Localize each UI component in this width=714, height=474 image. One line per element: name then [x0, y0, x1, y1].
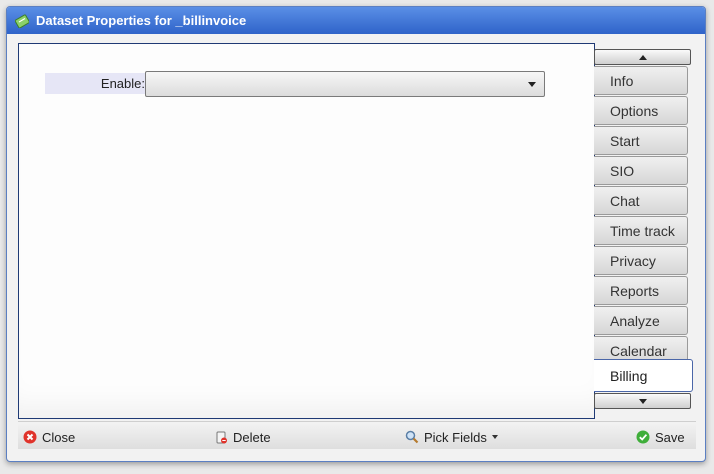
tab-billing[interactable]: Billing: [594, 359, 693, 392]
tab-start[interactable]: Start: [594, 126, 688, 155]
tab-options[interactable]: Options: [594, 96, 688, 125]
chevron-down-icon: [491, 435, 498, 439]
arrow-down-icon: [638, 398, 647, 404]
pick-fields-button-label: Pick Fields: [424, 429, 487, 445]
tab-time-track[interactable]: Time track: [594, 216, 688, 245]
enable-label: Enable:: [45, 73, 146, 94]
delete-button-label: Delete: [233, 429, 271, 445]
save-button[interactable]: Save: [636, 428, 685, 446]
tab-privacy[interactable]: Privacy: [594, 246, 688, 275]
tabs-scroll-down-button[interactable]: [594, 393, 691, 409]
save-button-label: Save: [655, 429, 685, 445]
tab-sio[interactable]: SIO: [594, 156, 688, 185]
close-button[interactable]: Close: [23, 428, 75, 446]
tab-chat[interactable]: Chat: [594, 186, 688, 215]
billing-panel: Enable:: [18, 43, 595, 419]
tab-info[interactable]: Info: [594, 66, 688, 95]
dataset-icon: [15, 13, 29, 28]
chevron-down-icon: [528, 82, 536, 87]
pick-fields-button[interactable]: Pick Fields: [405, 428, 498, 446]
tab-reports[interactable]: Reports: [594, 276, 688, 305]
trash-icon: [216, 431, 227, 444]
tab-analyze[interactable]: Analyze: [594, 306, 688, 335]
check-icon: [636, 430, 650, 444]
dataset-properties-dialog: Dataset Properties for _billinvoice Enab…: [6, 6, 706, 462]
dialog-titlebar[interactable]: Dataset Properties for _billinvoice: [7, 7, 705, 34]
delete-button[interactable]: Delete: [214, 428, 271, 446]
enable-select[interactable]: [145, 71, 545, 97]
arrow-up-icon: [638, 54, 647, 60]
bottom-toolbar: Close Delete Pick Fields Save: [18, 421, 696, 449]
close-icon: [23, 430, 37, 444]
close-button-label: Close: [42, 429, 76, 445]
magnifier-icon: [405, 430, 419, 444]
tabs-scroll-up-button[interactable]: [594, 49, 691, 65]
dialog-title: Dataset Properties for _billinvoice: [36, 13, 247, 28]
